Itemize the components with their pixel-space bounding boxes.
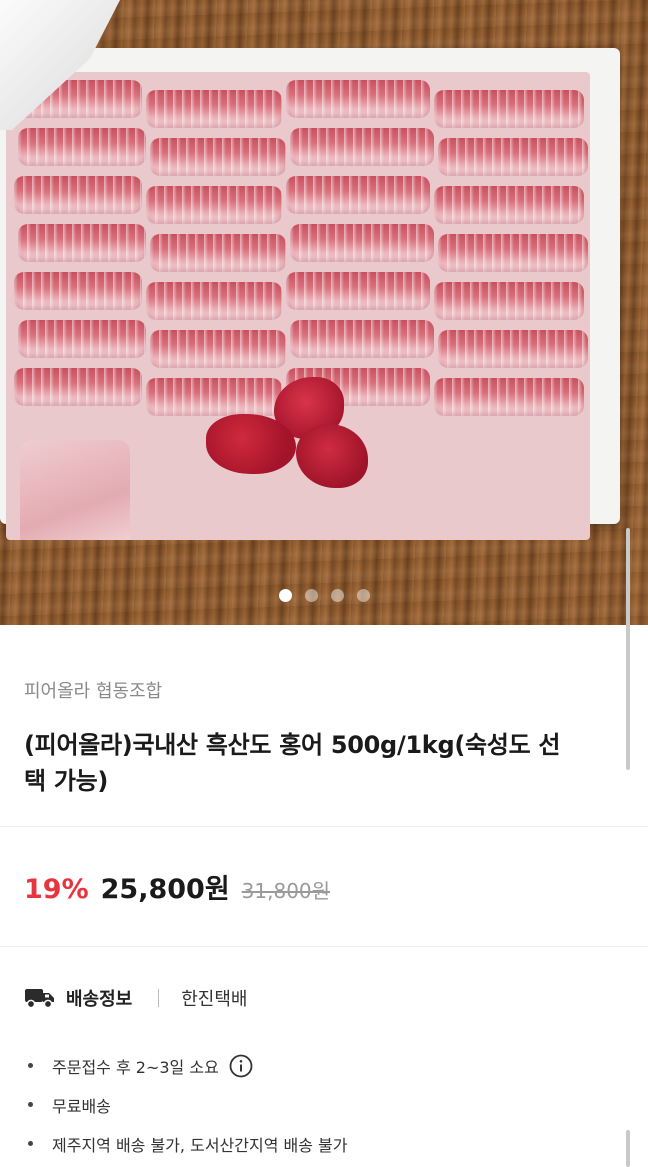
carousel-dot[interactable] bbox=[278, 589, 292, 602]
list-item: 무료배송 bbox=[28, 1085, 347, 1124]
product-image-carousel[interactable] bbox=[0, 0, 648, 625]
sashimi-slice bbox=[290, 128, 434, 166]
bullet bbox=[28, 1141, 33, 1146]
bullet bbox=[28, 1063, 33, 1068]
sashimi-slice bbox=[150, 330, 286, 368]
seller-name[interactable]: 피어올라 협동조합 bbox=[24, 677, 162, 703]
sashimi-slice bbox=[290, 224, 434, 262]
separator bbox=[158, 989, 160, 1007]
carousel-dot[interactable] bbox=[356, 589, 370, 602]
sashimi-slice bbox=[438, 330, 588, 368]
discount-rate: 19% bbox=[24, 874, 89, 905]
bullet bbox=[28, 1102, 33, 1107]
carousel-dot[interactable] bbox=[330, 589, 344, 602]
truck-icon bbox=[25, 989, 54, 1009]
price-row: 19% 25,800원 31,800원 bbox=[24, 867, 330, 906]
carousel-dot[interactable] bbox=[304, 589, 318, 602]
sashimi-slice bbox=[150, 138, 286, 176]
divider bbox=[0, 946, 648, 947]
sashimi-slice bbox=[438, 234, 588, 272]
list-item: 제주지역 배송 불가, 도서산간지역 배송 불가 bbox=[28, 1124, 347, 1163]
sashimi-slice bbox=[438, 138, 588, 176]
sashimi-slice bbox=[434, 186, 584, 224]
shipping-carrier: 한진택배 bbox=[181, 989, 248, 1010]
sashimi-slice bbox=[146, 378, 282, 416]
shipping-detail-text: 무료배송 bbox=[52, 1096, 111, 1116]
sashimi-slice bbox=[434, 90, 584, 128]
carousel-indicator[interactable] bbox=[0, 589, 648, 602]
sashimi-slice bbox=[286, 272, 430, 310]
scrollbar[interactable] bbox=[626, 528, 630, 770]
product-title: (피어올라)국내산 흑산도 홍어 500g/1kg(숙성도 선택 가능) bbox=[24, 731, 561, 795]
shipping-detail-text: 제주지역 배송 불가, 도서산간지역 배송 불가 bbox=[52, 1135, 348, 1155]
divider bbox=[0, 826, 648, 827]
sashimi-slice bbox=[14, 368, 142, 406]
sashimi-slice bbox=[290, 320, 434, 358]
sashimi-slice bbox=[14, 272, 142, 310]
sashimi-slice bbox=[18, 320, 146, 358]
sashimi-slice bbox=[434, 378, 584, 416]
sashimi-slice bbox=[18, 224, 146, 262]
sashimi-slice bbox=[14, 176, 142, 214]
pale-slices bbox=[20, 440, 130, 540]
styrofoam-box bbox=[0, 48, 620, 540]
original-price: 31,800원 bbox=[241, 879, 331, 903]
sashimi-slice bbox=[150, 234, 286, 272]
sashimi-tray bbox=[6, 72, 590, 540]
shipping-detail-text: 주문접수 후 2~3일 소요 bbox=[52, 1057, 219, 1077]
shipping-label: 배송정보 bbox=[66, 989, 133, 1010]
shipping-header: 배송정보 한진택배 bbox=[24, 984, 248, 1012]
sashimi-slice bbox=[146, 90, 282, 128]
sashimi-slice bbox=[286, 80, 430, 118]
sashimi-slice bbox=[434, 282, 584, 320]
scrollbar-lower[interactable] bbox=[626, 1130, 630, 1167]
list-item: 주문접수 후 2~3일 소요 bbox=[28, 1046, 347, 1085]
sashimi-slice bbox=[146, 186, 282, 224]
sashimi-slice bbox=[146, 282, 282, 320]
sale-price: 25,800원 bbox=[100, 874, 230, 905]
sashimi-slice bbox=[286, 176, 430, 214]
info-icon[interactable] bbox=[229, 1054, 253, 1078]
sashimi-slice bbox=[18, 128, 146, 166]
shipping-details-list: 주문접수 후 2~3일 소요 무료배송 제주지역 배송 불가, 도서산간지역 배… bbox=[28, 1046, 347, 1163]
